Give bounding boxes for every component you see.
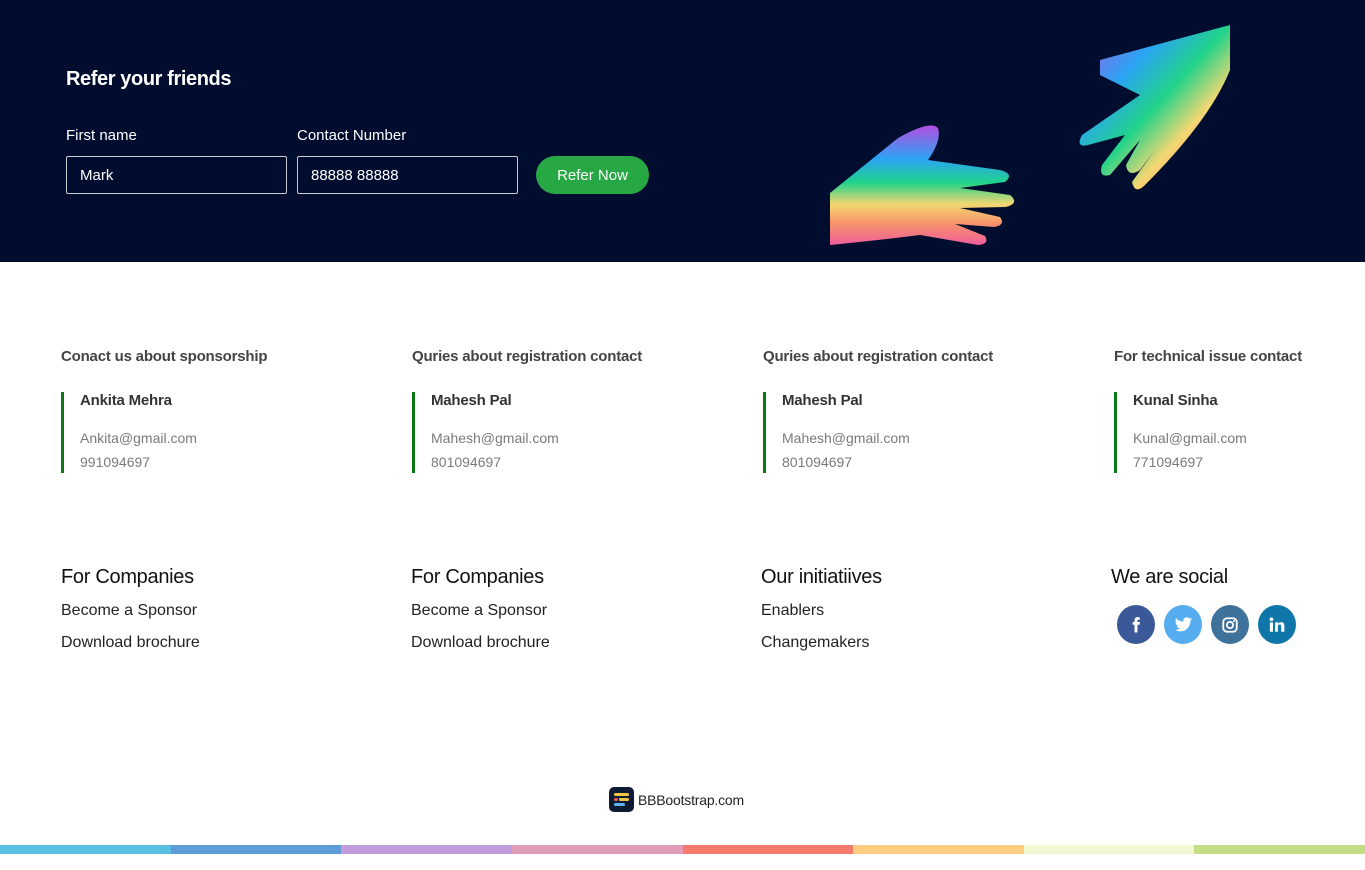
strip-segment: [511, 845, 683, 854]
links-heading: For Companies: [411, 566, 544, 588]
contact-phone[interactable]: 801094697: [782, 453, 1063, 471]
contact-phone[interactable]: 771094697: [1133, 453, 1364, 471]
contact-email[interactable]: Mahesh@gmail.com: [431, 429, 712, 447]
linkedin-icon: [1269, 617, 1285, 632]
download-brochure-link[interactable]: Download brochure: [411, 631, 671, 655]
social-column: We are social: [1111, 565, 1351, 644]
contact-number-input[interactable]: [297, 156, 518, 194]
contact-name: Mahesh Pal: [782, 392, 863, 409]
instagram-button[interactable]: [1211, 605, 1249, 644]
left-hand-shape: [830, 125, 1015, 245]
contact-heading: For technical issue contact: [1114, 348, 1302, 365]
strip-segment: [682, 845, 854, 854]
rainbow-strip: [0, 845, 1365, 854]
social-heading: We are social: [1111, 566, 1228, 588]
contact-heading: Quries about registration contact: [412, 348, 643, 365]
contact-column-registration-1: Quries about registration contact Mahesh…: [412, 348, 712, 473]
facebook-button[interactable]: [1117, 605, 1155, 644]
contact-phone[interactable]: 991094697: [80, 453, 361, 471]
strip-segment: [170, 845, 342, 854]
contact-name: Ankita Mehra: [80, 392, 172, 409]
contact-column-technical: For technical issue contact Kunal Sinha …: [1114, 348, 1364, 473]
social-links: [1117, 605, 1351, 644]
changemakers-link[interactable]: Changemakers: [761, 631, 1021, 655]
links-column-companies-1: For Companies Become a Sponsor Download …: [61, 565, 321, 655]
contact-email[interactable]: Ankita@gmail.com: [80, 429, 361, 447]
contact-card: Mahesh Pal Mahesh@gmail.com 801094697: [412, 392, 712, 473]
contact-card: Mahesh Pal Mahesh@gmail.com 801094697: [763, 392, 1063, 473]
links-column-companies-2: For Companies Become a Sponsor Download …: [411, 565, 671, 655]
contact-card: Kunal Sinha Kunal@gmail.com 771094697: [1114, 392, 1364, 473]
contact-column-registration-2: Quries about registration contact Mahesh…: [763, 348, 1063, 473]
first-name-label: First name: [66, 127, 137, 144]
links-heading: For Companies: [61, 566, 194, 588]
links-heading: Our initiatiives: [761, 566, 882, 588]
twitter-icon: [1174, 617, 1192, 632]
strip-segment: [853, 845, 1024, 854]
become-sponsor-link[interactable]: Become a Sponsor: [411, 599, 671, 623]
rainbow-hands-illustration: [830, 25, 1230, 245]
instagram-icon: [1222, 616, 1238, 633]
twitter-button[interactable]: [1164, 605, 1202, 644]
contact-column-sponsorship: Conact us about sponsorship Ankita Mehra…: [61, 348, 361, 473]
refer-now-button[interactable]: Refer Now: [536, 156, 649, 194]
facebook-icon: [1132, 616, 1140, 632]
brand[interactable]: BBBootstrap.com: [609, 787, 744, 812]
contact-heading: Conact us about sponsorship: [61, 348, 268, 365]
contact-email[interactable]: Kunal@gmail.com: [1133, 429, 1364, 447]
contact-heading: Quries about registration contact: [763, 348, 994, 365]
right-hand-shape: [1079, 25, 1230, 190]
refer-title: Refer your friends: [66, 68, 232, 90]
strip-segment: [341, 845, 512, 854]
links-column-initiatives: Our initiatiives Enablers Changemakers: [761, 565, 1021, 655]
become-sponsor-link[interactable]: Become a Sponsor: [61, 599, 321, 623]
strip-segment: [1023, 845, 1195, 854]
contact-name: Kunal Sinha: [1133, 392, 1218, 409]
brand-logo-icon: [609, 787, 634, 812]
linkedin-button[interactable]: [1258, 605, 1296, 644]
contact-email[interactable]: Mahesh@gmail.com: [782, 429, 1063, 447]
contact-name: Mahesh Pal: [431, 392, 512, 409]
brand-text: BBBootstrap.com: [638, 791, 744, 808]
refer-banner: Refer your friends First name Contact Nu…: [0, 0, 1365, 262]
strip-segment: [0, 845, 171, 854]
enablers-link[interactable]: Enablers: [761, 599, 1021, 623]
first-name-input[interactable]: [66, 156, 287, 194]
contact-number-label: Contact Number: [297, 127, 407, 144]
download-brochure-link[interactable]: Download brochure: [61, 631, 321, 655]
contact-phone[interactable]: 801094697: [431, 453, 712, 471]
strip-segment: [1194, 845, 1365, 854]
contact-card: Ankita Mehra Ankita@gmail.com 991094697: [61, 392, 361, 473]
